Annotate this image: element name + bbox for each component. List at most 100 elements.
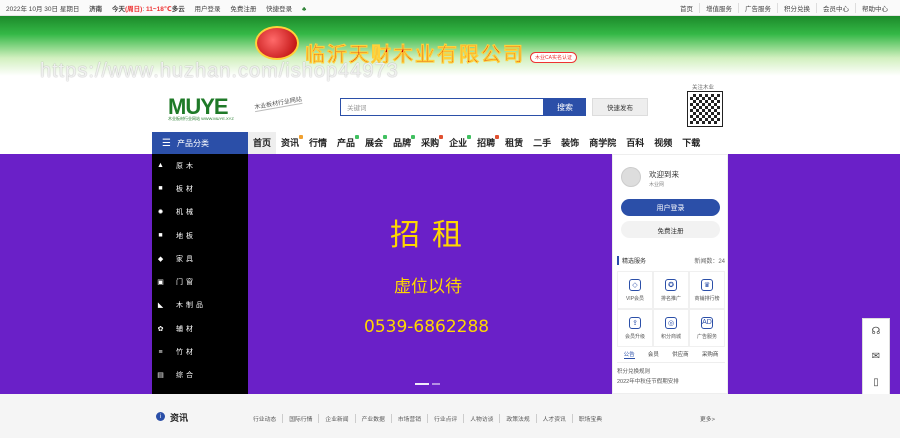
- news-link[interactable]: 人物访谈: [463, 414, 499, 423]
- category-label: 辅材: [176, 325, 196, 333]
- top-link-member[interactable]: 会员中心: [816, 2, 855, 13]
- category-item[interactable]: ■ 地板: [152, 224, 248, 247]
- phone-icon[interactable]: ▯: [873, 377, 879, 388]
- nav-item-label: 租赁: [505, 138, 524, 148]
- nav-item[interactable]: 企业: [444, 132, 472, 154]
- service-icon: ◇: [629, 278, 641, 291]
- nav-item[interactable]: 视频: [649, 132, 677, 154]
- nav-badge-icon: [411, 135, 416, 139]
- services-header: 精选服务 新闻数：24: [617, 256, 725, 265]
- nav-item[interactable]: 百科: [621, 132, 649, 154]
- category-item[interactable]: ✹ 机械: [152, 201, 248, 224]
- service-item[interactable]: ⇪ 会员升级: [617, 309, 653, 347]
- service-item[interactable]: ◎ 积分商城: [653, 309, 689, 347]
- tree-icon: ♣: [301, 5, 307, 13]
- menu-icon: ☰: [162, 137, 171, 149]
- nav-item-label: 招聘: [477, 138, 496, 148]
- nav-badge-icon: [355, 135, 360, 139]
- service-label: 积分商城: [660, 333, 681, 340]
- notice-list: 积分兑换规则 2022年中秋佳节假期安排: [617, 367, 679, 387]
- slider-dot[interactable]: [432, 383, 440, 385]
- headset-icon[interactable]: ☊: [872, 326, 881, 337]
- nav-item[interactable]: 首页: [248, 132, 277, 154]
- ca-tag: 木业CA实名认证: [530, 52, 577, 63]
- top-link-vas[interactable]: 增值服务: [699, 2, 738, 13]
- search-input[interactable]: 关键词: [340, 98, 544, 116]
- nav-item[interactable]: 招聘: [472, 132, 500, 154]
- category-item[interactable]: ▲ 原木: [152, 154, 248, 177]
- news-link[interactable]: 市场营销: [390, 414, 427, 423]
- nav-item[interactable]: 二手: [528, 132, 556, 154]
- category-label: 地板: [176, 232, 196, 240]
- top-link-home[interactable]: 首页: [674, 3, 699, 13]
- register-button[interactable]: 免费注册: [621, 221, 720, 238]
- tab-notice[interactable]: 公告: [623, 350, 635, 359]
- top-link-ads[interactable]: 广告服务: [738, 2, 777, 13]
- category-header[interactable]: ☰ 产品分类: [152, 132, 248, 154]
- category-label: 综合: [176, 372, 196, 380]
- nav-item[interactable]: 品牌: [388, 132, 416, 154]
- login-button[interactable]: 用户登录: [621, 199, 720, 216]
- nav-item[interactable]: 装饰: [556, 132, 584, 154]
- service-item[interactable]: ✪ 排名推广: [653, 271, 689, 309]
- category-icon: ✹: [157, 209, 167, 217]
- nav-badge-icon: [299, 135, 304, 139]
- quick-login-link[interactable]: 快捷登录: [266, 6, 292, 13]
- service-icon: AD: [701, 316, 713, 329]
- city-text: 济南: [89, 5, 103, 13]
- news-link[interactable]: 行业动态: [253, 414, 282, 423]
- free-register-link[interactable]: 免费注册: [230, 6, 256, 13]
- category-item[interactable]: ■ 板材: [152, 177, 248, 200]
- nav-item-label: 企业: [449, 138, 468, 148]
- nav-item[interactable]: 租赁: [500, 132, 528, 154]
- top-link-help[interactable]: 帮助中心: [855, 2, 894, 13]
- user-login-link[interactable]: 用户登录: [195, 6, 221, 13]
- news-link[interactable]: 企业新闻: [318, 414, 354, 423]
- tab-buyer[interactable]: 采购商: [702, 350, 719, 359]
- news-more-link[interactable]: 更多>: [700, 414, 715, 423]
- service-item[interactable]: ♛ 商铺排行榜: [689, 271, 725, 309]
- notice-item[interactable]: 积分兑换规则: [617, 367, 679, 377]
- category-label: 板材: [176, 185, 196, 193]
- category-item[interactable]: ◆ 家具: [152, 247, 248, 270]
- nav-item[interactable]: 采购: [416, 132, 444, 154]
- slider-dots[interactable]: [415, 383, 440, 385]
- news-link[interactable]: 政策法规: [499, 414, 535, 423]
- service-icon: ✪: [665, 278, 677, 291]
- slider-dot-active[interactable]: [415, 383, 429, 385]
- nav-item[interactable]: 下载: [677, 132, 705, 154]
- notice-item[interactable]: 2022年中秋佳节假期安排: [617, 377, 679, 387]
- category-item[interactable]: ✿ 辅材: [152, 317, 248, 340]
- chat-icon[interactable]: ✉: [872, 351, 880, 362]
- date-text: 2022年 10月 30日 星期日: [6, 5, 80, 13]
- info-icon: i: [156, 412, 165, 421]
- news-link[interactable]: 国际行情: [282, 414, 318, 423]
- nav-item[interactable]: 商学院: [584, 132, 621, 154]
- news-link[interactable]: 人才资讯: [535, 414, 572, 423]
- category-icon: ◆: [157, 255, 167, 263]
- nav-item[interactable]: 行情: [304, 132, 332, 154]
- service-item[interactable]: AD 广告服务: [689, 309, 725, 347]
- nav-item[interactable]: 资讯: [276, 132, 304, 154]
- news-link[interactable]: 行业点评: [427, 414, 463, 423]
- news-link[interactable]: 产业数据: [354, 414, 391, 423]
- tab-member[interactable]: 会员: [648, 350, 659, 359]
- nav-item[interactable]: 产品: [332, 132, 360, 154]
- tab-supplier[interactable]: 供应商: [672, 350, 689, 359]
- search-button[interactable]: 搜索: [544, 98, 586, 116]
- category-item[interactable]: ▣ 门窗: [152, 270, 248, 293]
- service-label: 商铺排行榜: [694, 295, 720, 302]
- category-item[interactable]: ≡ 竹材: [152, 340, 248, 363]
- service-item[interactable]: ◇ VIP会员: [617, 271, 653, 309]
- nav-item[interactable]: 展会: [360, 132, 388, 154]
- nav-item-label: 二手: [533, 138, 552, 148]
- top-link-points[interactable]: 积分兑换: [777, 2, 816, 13]
- category-item[interactable]: ◣ 木制品: [152, 294, 248, 317]
- service-icon: ♛: [701, 278, 713, 291]
- news-link[interactable]: 职场宝典: [571, 414, 608, 423]
- category-icon: ✿: [157, 325, 167, 333]
- category-item[interactable]: ▤ 综合: [152, 364, 248, 387]
- news-links: 行业动态 国际行情 企业新闻 产业数据 市场营销 行业点评 人物访谈 政策法规 人才资讯 职场宝典: [253, 414, 608, 423]
- hero-title: 招租: [390, 218, 474, 253]
- quick-publish-button[interactable]: 快速发布: [592, 98, 648, 116]
